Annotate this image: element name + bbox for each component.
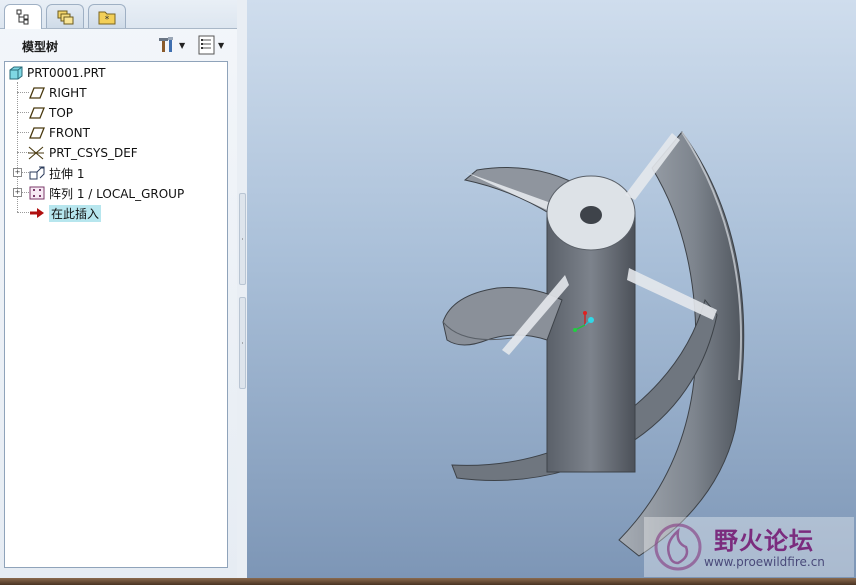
tree-node-top-plane[interactable]: TOP: [29, 103, 73, 123]
blade-left: [442, 287, 563, 346]
graphics-viewport[interactable]: 野火论坛 www.proewildfire.cn: [247, 0, 856, 578]
datum-plane-icon: [29, 87, 45, 99]
tools-icon: [159, 37, 173, 52]
window-bottom-border: [0, 578, 856, 585]
datum-plane-icon: [29, 107, 45, 119]
model-tree-tab[interactable]: [4, 4, 42, 29]
extrude-icon: [29, 166, 45, 180]
chevron-down-icon: ▼: [179, 40, 186, 50]
tree-node-front-plane[interactable]: FRONT: [29, 123, 90, 143]
favorites-tab[interactable]: *: [88, 4, 126, 28]
folder-star-icon: *: [98, 11, 116, 25]
tree-connector: [21, 192, 29, 193]
tree-connector: [17, 92, 29, 93]
expand-toggle[interactable]: +: [13, 168, 22, 177]
flame-logo-icon: [654, 523, 702, 571]
impeller-model[interactable]: [247, 0, 856, 578]
tree-connector: [21, 172, 29, 173]
watermark-url: www.proewildfire.cn: [704, 555, 825, 569]
model-tree-toolbar: 模型树 ▼ ▼: [0, 29, 237, 61]
model-tree: PRT0001.PRT RIGHT TOP FRONT PRT_CSYS_DEF…: [4, 61, 228, 568]
tree-node-pattern[interactable]: 阵列 1 / LOCAL_GROUP: [29, 183, 184, 203]
hub-bore: [580, 206, 602, 224]
tree-node-insert-here[interactable]: 在此插入: [29, 203, 102, 223]
tree-connector: [17, 212, 29, 213]
expand-toggle[interactable]: +: [13, 188, 22, 197]
hub-cylinder: [546, 211, 636, 473]
model-tree-title: 模型树: [22, 40, 59, 54]
forum-watermark: 野火论坛 www.proewildfire.cn: [644, 517, 854, 577]
tree-node-right-plane[interactable]: RIGHT: [29, 83, 87, 103]
layers-icon: [57, 10, 74, 24]
part-icon: [9, 66, 23, 80]
tree-connector: [17, 112, 29, 113]
sash-handle[interactable]: ·: [239, 297, 246, 389]
tree-show-button[interactable]: ▼: [198, 34, 224, 56]
tree-icon: [16, 9, 29, 25]
tree-node-part[interactable]: PRT0001.PRT: [9, 63, 105, 83]
layers-tab[interactable]: [46, 4, 84, 28]
insert-here-arrow-icon: [30, 208, 44, 218]
datum-plane-icon: [29, 127, 45, 139]
coordinate-system-icon: [28, 146, 44, 160]
svg-text:*: *: [105, 15, 110, 25]
navigator-panel: * 模型树 ▼ ▼ PRT0001.PRT RIGHT TOP FRONT PR…: [0, 0, 238, 585]
chevron-down-icon: ▼: [218, 40, 225, 50]
tree-node-extrude[interactable]: 拉伸 1: [29, 163, 84, 183]
tree-connector: [17, 132, 29, 133]
sash-handle[interactable]: ·: [239, 193, 246, 285]
watermark-title: 野火论坛: [714, 527, 814, 555]
list-icon: [198, 35, 215, 55]
pattern-icon: [29, 186, 45, 200]
tree-settings-button[interactable]: ▼: [157, 34, 185, 56]
navigator-tab-strip: *: [0, 0, 237, 29]
tree-node-csys[interactable]: PRT_CSYS_DEF: [27, 143, 138, 163]
